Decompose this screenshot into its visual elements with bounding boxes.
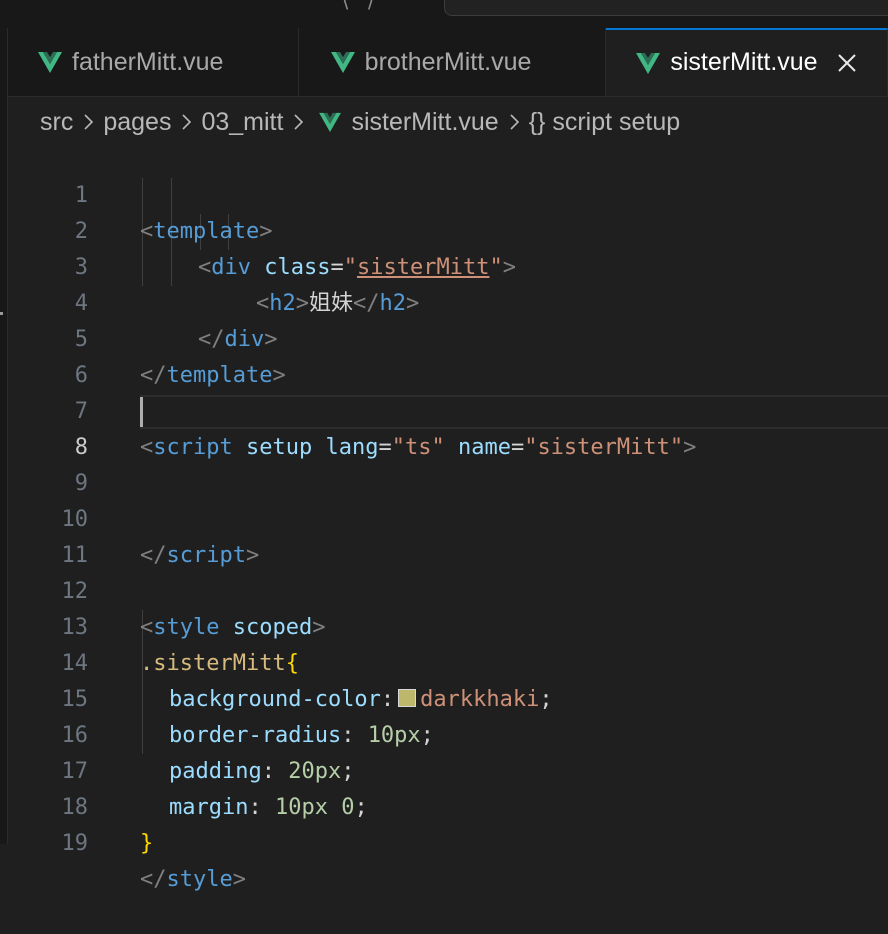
code-editor[interactable]: 1 <template> 2 <div class="sisterMitt"> …: [0, 142, 888, 892]
title-bar-fragment: ⟨ ⟩: [340, 0, 377, 12]
code-line: 3 <h2>姐妹</h2>: [0, 214, 888, 316]
code-line: 15 border-radius: 10px;: [0, 646, 888, 748]
breadcrumb-item-folder[interactable]: 03_mitt: [201, 108, 283, 137]
code-line: 11: [0, 502, 888, 568]
code-line: 13 .sisterMitt{: [0, 574, 888, 676]
tab-fatherMitt[interactable]: fatherMitt.vue: [8, 28, 299, 96]
chevron-right-icon: [510, 114, 519, 130]
code-line: 16 padding: 20px;: [0, 682, 888, 784]
chevron-right-icon: [294, 114, 304, 130]
code-line: 19 </style>: [0, 790, 888, 892]
code-line-current: 8: [0, 394, 888, 460]
code-line: 2 <div class="sisterMitt">: [0, 178, 888, 280]
code-line: 10 </script>: [0, 466, 888, 568]
vue-icon: [636, 52, 661, 74]
line-number: 19: [61, 831, 89, 856]
code-line: 1 <template>: [0, 142, 888, 244]
code-line: 18 }: [0, 754, 888, 856]
code-line: 7 <script setup lang="ts" name="sisterMi…: [0, 358, 888, 460]
command-center-search[interactable]: [444, 0, 888, 16]
vue-icon: [38, 52, 62, 73]
tab-label: brotherMitt.vue: [364, 47, 532, 76]
code-line: 12 <style scoped>: [0, 538, 888, 640]
code-line: 14 background-color: darkkhaki;: [0, 610, 888, 712]
tab-sisterMitt[interactable]: sisterMitt.vue: [606, 28, 888, 96]
editor-tab-bar: fatherMitt.vue brotherMitt.vue sisterMit…: [8, 28, 888, 97]
chevron-right-icon: [182, 114, 192, 130]
breadcrumb: src pages 03_mitt sisterMitt.vue {} scri…: [40, 104, 680, 140]
current-line-highlight: [140, 395, 888, 429]
code-line: 6: [0, 322, 888, 388]
code-line: 9: [0, 430, 888, 496]
chevron-right-icon: [84, 114, 94, 130]
close-icon[interactable]: [836, 52, 858, 74]
code-line: 5 </template>: [0, 286, 888, 388]
code-line: 17 margin: 10px 0;: [0, 718, 888, 820]
tab-label: fatherMitt.vue: [72, 47, 224, 76]
breadcrumb-item-src[interactable]: src: [40, 108, 73, 137]
title-bar: ⟨ ⟩: [0, 0, 888, 28]
breadcrumb-item-symbol[interactable]: {} script setup: [529, 108, 680, 137]
token: style: [166, 867, 233, 892]
breadcrumb-item-pages[interactable]: pages: [103, 108, 171, 137]
vue-icon: [330, 52, 355, 73]
tab-brotherMitt[interactable]: brotherMitt.vue: [298, 28, 607, 96]
tab-label: sisterMitt.vue: [670, 48, 818, 76]
text-cursor: [140, 397, 143, 427]
code-line: 4 </div>: [0, 250, 888, 352]
vue-icon: [319, 112, 342, 132]
breadcrumb-item-file[interactable]: sisterMitt.vue: [351, 108, 498, 137]
